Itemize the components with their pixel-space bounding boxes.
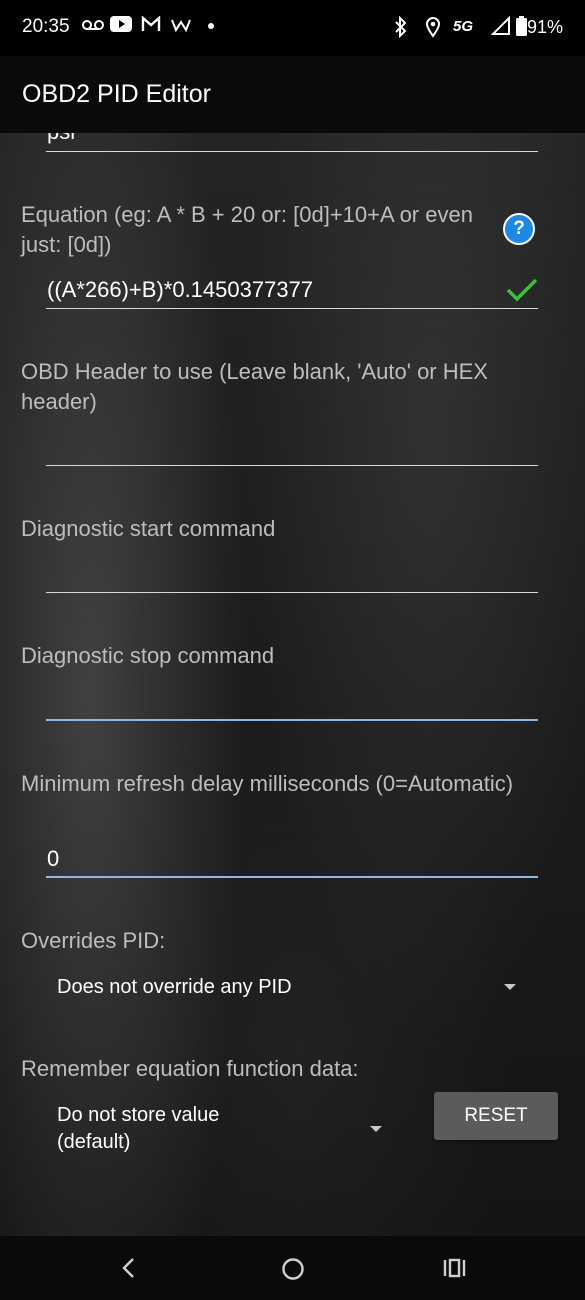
diag-stop-underline [46,719,538,721]
remember-selected-line1: Do not store value [57,1104,220,1126]
chevron-down-icon [504,984,516,990]
diag-stop-label: Diagnostic stop command [21,643,275,668]
diag-stop-input[interactable] [46,677,538,720]
units-value: psi [47,133,75,145]
remember-selected-line2: (default) [57,1131,131,1153]
equation-label: Equation (eg: A * B + 20 or: [0d]+10+A o… [21,202,473,257]
reset-button[interactable]: RESET [434,1092,558,1140]
equation-input[interactable]: ((A*266)+B)*0.1450377377 [47,277,313,303]
diag-start-underline [46,592,538,593]
home-icon[interactable] [280,1256,306,1282]
units-underline [46,151,538,152]
help-icon[interactable]: ? [503,213,535,245]
min-refresh-label: Minimum refresh delay milliseconds (0=Au… [21,771,514,796]
overrides-pid-dropdown[interactable]: Does not override any PID [46,962,538,1014]
overrides-pid-selected: Does not override any PID [57,976,292,998]
min-refresh-input[interactable]: 0 [47,846,59,872]
obd-header-input[interactable] [46,420,538,466]
remember-label: Remember equation function data: [21,1056,359,1081]
navigation-bar [0,1236,585,1300]
remember-dropdown[interactable]: Do not store value (default) [46,1096,391,1162]
diag-start-label: Diagnostic start command [21,516,276,541]
min-refresh-underline [46,876,538,878]
chevron-down-icon [370,1126,382,1132]
pid-form: psi Equation (eg: A * B + 20 or: [0d]+10… [0,0,585,1236]
recents-icon[interactable] [442,1256,468,1280]
units-field-clipped[interactable]: psi [0,133,585,153]
check-icon [506,278,538,302]
back-icon[interactable] [118,1256,140,1280]
diag-start-input[interactable] [46,550,538,593]
overrides-pid-label: Overrides PID: [21,928,166,953]
obd-header-label: OBD Header to use (Leave blank, 'Auto' o… [21,359,488,414]
obd-header-underline [46,465,538,466]
equation-underline [46,308,538,309]
